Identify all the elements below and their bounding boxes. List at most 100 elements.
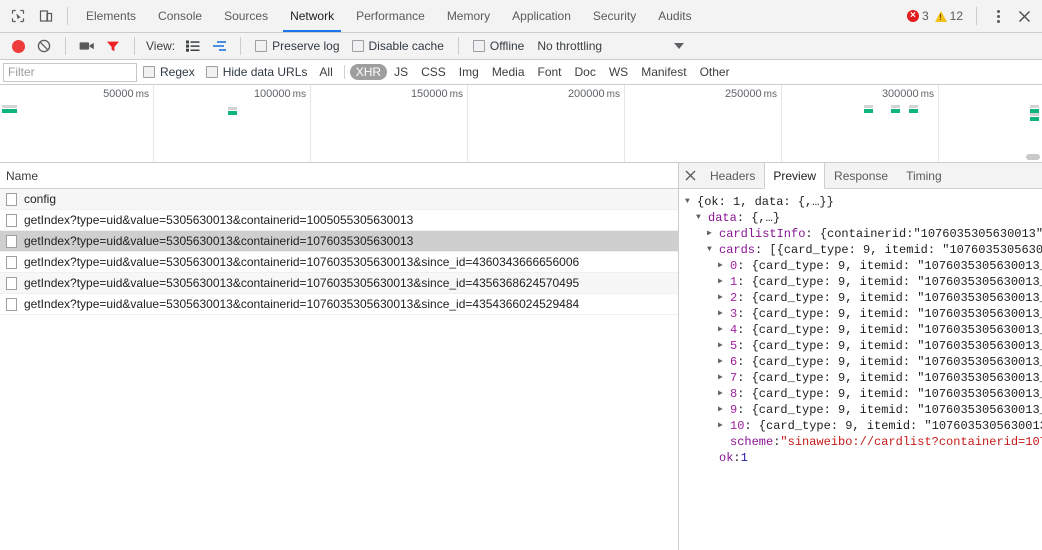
tab-headers[interactable]: Headers [701, 163, 764, 188]
filter-type-css[interactable]: CSS [415, 64, 452, 80]
json-tree-line[interactable]: ▶ cardlistInfo: {containerid: "1076035305… [685, 226, 1042, 242]
json-tree-line[interactable]: ▶ 9: {card_type: 9, itemid: "107603530563… [685, 402, 1042, 418]
tab-response[interactable]: Response [825, 163, 897, 188]
error-count-badge[interactable]: × 3 [906, 9, 929, 23]
json-tree-line[interactable]: ▶ 10: {card_type: 9, itemid: "10760353056… [685, 418, 1042, 434]
clear-log-icon[interactable] [32, 35, 56, 57]
filter-funnel-icon[interactable] [101, 35, 125, 57]
regex-checkbox[interactable]: Regex [143, 65, 195, 79]
chevron-down-icon[interactable] [674, 43, 685, 49]
json-token: : {card_type: 9, itemid: "10760353056300… [744, 419, 1042, 433]
error-count-label: 3 [921, 9, 929, 23]
device-toolbar-icon[interactable] [32, 3, 60, 29]
json-tree-line[interactable]: ▼ {ok: 1, data: {,…}} [685, 194, 1042, 210]
record-button-icon[interactable] [6, 35, 30, 57]
tab-security[interactable]: Security [582, 0, 647, 32]
warning-count-badge[interactable]: 12 [934, 9, 963, 23]
chevron-right-icon[interactable]: ▶ [718, 402, 728, 418]
tab-application[interactable]: Application [501, 0, 582, 32]
filter-type-font[interactable]: Font [532, 64, 568, 80]
json-tree-line[interactable]: ▶ 8: {card_type: 9, itemid: "107603530563… [685, 386, 1042, 402]
json-tree-line[interactable]: scheme: "sinaweibo://cardlist?containeri… [685, 434, 1042, 450]
table-row[interactable]: getIndex?type=uid&value=5305630013&conta… [0, 252, 678, 273]
filter-type-manifest[interactable]: Manifest [635, 64, 692, 80]
table-row[interactable]: getIndex?type=uid&value=5305630013&conta… [0, 210, 678, 231]
tab-sources[interactable]: Sources [213, 0, 279, 32]
toolbar-divider-2 [134, 37, 135, 55]
json-token: : {card_type: 9, itemid: "10760353056300… [737, 259, 1042, 273]
filter-type-media[interactable]: Media [486, 64, 531, 80]
disable-cache-checkbox[interactable]: Disable cache [351, 39, 444, 53]
tab-performance[interactable]: Performance [345, 0, 436, 32]
table-row[interactable]: getIndex?type=uid&value=5305630013&conta… [0, 294, 678, 315]
chevron-right-icon[interactable]: ▶ [718, 258, 728, 274]
filter-type-xhr[interactable]: XHR [349, 64, 388, 80]
document-icon [6, 234, 17, 248]
chevron-right-icon[interactable]: ▶ [718, 322, 728, 338]
list-view-icon[interactable] [181, 35, 205, 57]
json-tree-line[interactable]: ▶ 2: {card_type: 9, itemid: "107603530563… [685, 290, 1042, 306]
chevron-right-icon[interactable]: ▶ [718, 338, 728, 354]
filter-type-img[interactable]: Img [453, 64, 485, 80]
chevron-right-icon[interactable]: ▶ [718, 290, 728, 306]
table-row[interactable]: getIndex?type=uid&value=5305630013&conta… [0, 273, 678, 294]
toolbar-divider [67, 7, 68, 25]
json-tree-line[interactable]: ▶ 7: {card_type: 9, itemid: "107603530563… [685, 370, 1042, 386]
json-tree-line[interactable]: ▼ cards: [{card_type: 9, itemid: "1076035… [685, 242, 1042, 258]
filter-type-doc[interactable]: Doc [569, 64, 602, 80]
chevron-down-icon[interactable]: ▼ [685, 194, 695, 210]
json-token: : {card_type: 9, itemid: "10760353056300… [737, 323, 1042, 337]
json-token: 10 [730, 419, 745, 433]
chevron-right-icon[interactable]: ▶ [718, 306, 728, 322]
camera-icon[interactable] [75, 35, 99, 57]
filter-type-other[interactable]: Other [694, 64, 736, 80]
chevron-right-icon[interactable]: ▶ [718, 418, 728, 434]
json-tree-line[interactable]: ok: 1 [685, 450, 1042, 466]
overview-scrollbar[interactable] [1026, 154, 1040, 160]
json-preview-tree[interactable]: ▼ {ok: 1, data: {,…}} ▼ data: {,…} ▶ cardlist… [679, 189, 1042, 550]
tab-console[interactable]: Console [147, 0, 213, 32]
overview-tick-label: 150000 ms [410, 88, 463, 100]
json-tree-line[interactable]: ▶ 1: {card_type: 9, itemid: "107603530563… [685, 274, 1042, 290]
hide-data-urls-checkbox[interactable]: Hide data URLs [205, 65, 307, 79]
chevron-right-icon[interactable]: ▶ [718, 354, 728, 370]
network-overview-timeline[interactable]: 50000 ms 100000 ms 150000 ms 200000 ms 250000 ms 3… [0, 85, 1042, 163]
table-row[interactable]: getIndex?type=uid&value=5305630013&conta… [0, 231, 678, 252]
json-tree-line[interactable]: ▼ data: {,…} [685, 210, 1042, 226]
chevron-right-icon[interactable]: ▶ [707, 226, 717, 242]
chevron-down-icon[interactable]: ▼ [696, 210, 706, 226]
tab-memory[interactable]: Memory [436, 0, 501, 32]
tab-timing[interactable]: Timing [897, 163, 951, 188]
json-tree-line[interactable]: ▶ 0: {card_type: 9, itemid: "107603530563… [685, 258, 1042, 274]
waterfall-view-icon[interactable] [207, 35, 231, 57]
throttling-select[interactable]: No throttling [537, 39, 602, 53]
json-tree-line[interactable]: ▶ 6: {card_type: 9, itemid: "107603530563… [685, 354, 1042, 370]
filter-input[interactable] [3, 62, 137, 82]
tab-network[interactable]: Network [279, 0, 345, 32]
tab-preview[interactable]: Preview [764, 163, 826, 189]
chevron-down-icon[interactable]: ▼ [707, 242, 717, 258]
close-icon[interactable] [1012, 4, 1036, 28]
checkbox-box [351, 40, 364, 52]
offline-checkbox[interactable]: Offline [472, 39, 524, 53]
tab-elements[interactable]: Elements [75, 0, 147, 32]
chevron-right-icon[interactable]: ▶ [718, 274, 728, 290]
filter-type-js[interactable]: JS [388, 64, 414, 80]
chevron-right-icon[interactable]: ▶ [718, 386, 728, 402]
json-token: : [773, 435, 781, 449]
overview-tick-label: 100000 ms [253, 88, 306, 100]
kebab-menu-icon[interactable] [988, 9, 1008, 23]
filter-type-ws[interactable]: WS [603, 64, 634, 80]
preserve-log-checkbox[interactable]: Preserve log [255, 39, 340, 53]
inspect-element-icon[interactable] [4, 3, 32, 29]
json-tree-line[interactable]: ▶ 5: {card_type: 9, itemid: "107603530563… [685, 338, 1042, 354]
json-token: scheme [730, 435, 774, 449]
overview-request-bar [228, 107, 237, 115]
chevron-right-icon[interactable]: ▶ [718, 370, 728, 386]
json-tree-line[interactable]: ▶ 4: {card_type: 9, itemid: "107603530563… [685, 322, 1042, 338]
filter-type-all[interactable]: All [313, 64, 338, 80]
tab-audits[interactable]: Audits [647, 0, 702, 32]
close-icon[interactable] [679, 163, 701, 188]
json-tree-line[interactable]: ▶ 3: {card_type: 9, itemid: "107603530563… [685, 306, 1042, 322]
table-row[interactable]: config [0, 189, 678, 210]
